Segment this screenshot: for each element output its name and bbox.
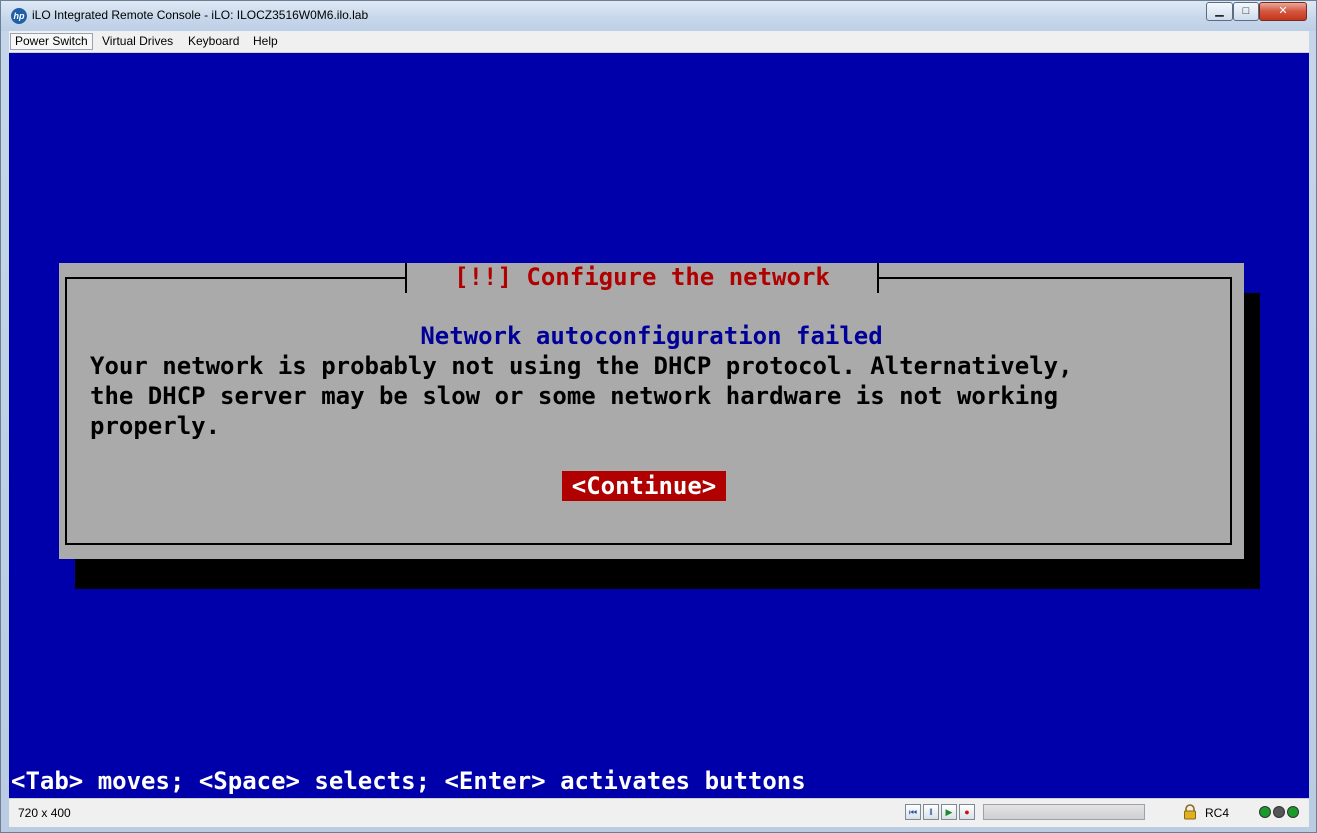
status-bar: 720 x 400 ⏮ ‖ ▶ ● RC4: [9, 798, 1309, 827]
window-title: iLO Integrated Remote Console - iLO: ILO…: [32, 8, 369, 22]
skip-back-button[interactable]: ⏮: [905, 804, 921, 820]
menu-virtual-drives[interactable]: Virtual Drives: [98, 33, 177, 50]
dialog-heading: Network autoconfiguration failed: [420, 322, 883, 350]
gray-status-icon: [1273, 806, 1285, 818]
minimize-icon: ▁: [1215, 5, 1224, 17]
hp-logo-icon: hp: [11, 8, 27, 24]
minimize-button[interactable]: ▁: [1206, 2, 1233, 21]
play-icon: ▶: [945, 807, 953, 817]
menu-power-switch[interactable]: Power Switch: [10, 33, 93, 50]
green-status-icon: [1259, 806, 1271, 818]
lock-icon: [1184, 804, 1196, 820]
dialog-message: Your network is probably not using the D…: [90, 352, 1073, 440]
configure-network-dialog: [!!] Configure the network Network autoc…: [59, 263, 1244, 559]
pause-icon: ‖: [929, 807, 933, 817]
continue-button[interactable]: <Continue>: [562, 471, 726, 501]
menu-bar: Power Switch Virtual Drives Keyboard Hel…: [9, 31, 1309, 53]
keyboard-hint: <Tab> moves; <Space> selects; <Enter> ac…: [11, 767, 806, 795]
resolution-readout: 720 x 400: [18, 806, 71, 820]
encryption-label: RC4: [1205, 806, 1230, 820]
maximize-button[interactable]: □: [1233, 2, 1259, 21]
pause-button[interactable]: ‖: [923, 804, 939, 820]
remote-console-screen[interactable]: [!!] Configure the network Network autoc…: [9, 53, 1309, 798]
record-button[interactable]: ●: [959, 804, 975, 820]
dialog-title-box: [!!] Configure the network: [405, 263, 879, 293]
menu-help[interactable]: Help: [249, 33, 282, 50]
maximize-icon: □: [1242, 5, 1250, 17]
record-icon: ●: [964, 807, 970, 817]
dialog-title: [!!] Configure the network: [454, 263, 830, 291]
green-power-icon: [1287, 806, 1299, 818]
playback-progress-bar[interactable]: [983, 804, 1145, 820]
close-button[interactable]: ✕: [1259, 2, 1307, 21]
ilo-remote-console-window: hp iLO Integrated Remote Console - iLO: …: [0, 0, 1317, 833]
menu-keyboard[interactable]: Keyboard: [184, 33, 243, 50]
skip-back-icon: ⏮: [908, 807, 918, 817]
play-button[interactable]: ▶: [941, 804, 957, 820]
title-bar[interactable]: hp iLO Integrated Remote Console - iLO: …: [1, 1, 1316, 31]
close-icon: ✕: [1278, 5, 1288, 17]
